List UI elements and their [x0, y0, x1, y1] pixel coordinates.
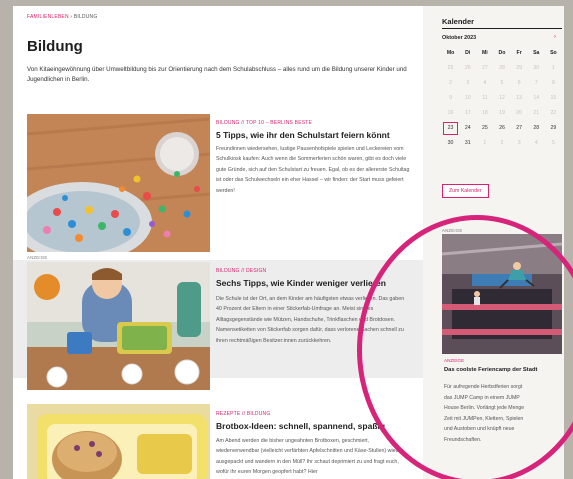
- calendar-day[interactable]: 1: [545, 61, 562, 76]
- breadcrumb-home[interactable]: FAMILIENLEBEN: [27, 14, 69, 20]
- calendar-day[interactable]: 19: [493, 106, 510, 121]
- article-teaser: Freundinnen wiedersehen, lustige Pausenh…: [216, 146, 410, 194]
- calendar-day[interactable]: 11: [476, 91, 493, 106]
- calendar-weekday: Fr: [516, 50, 522, 56]
- article-category[interactable]: BILDUNG // DESIGN: [216, 268, 266, 274]
- calendar-day[interactable]: 27: [476, 61, 493, 76]
- calendar-day[interactable]: 12: [493, 91, 510, 106]
- calendar-day[interactable]: 28: [528, 121, 545, 136]
- calendar-weekday: Sa: [533, 50, 540, 56]
- calendar-weekday: Mi: [481, 50, 488, 56]
- calendar-day[interactable]: 16: [442, 106, 459, 121]
- article-teaser: Am Abend werden die bisher ungeahnten Br…: [216, 438, 404, 476]
- ad-text: Für aufregende Herbstferien sorgt das JU…: [444, 384, 525, 443]
- ad-title[interactable]: Das coolste Feriencamp der Stadt: [444, 366, 554, 374]
- calendar-day[interactable]: 1: [476, 136, 493, 151]
- calendar-day[interactable]: 31: [459, 136, 476, 151]
- article-image-child-lunchbox[interactable]: [27, 262, 210, 390]
- to-calendar-button[interactable]: Zum Kalender: [442, 184, 489, 198]
- calendar-grid: Mo Di Mi Do Fr Sa So 25 26 27 28 29 30 1 2 3 4 5 6 7 8 9 10 11 1…: [442, 46, 562, 151]
- article-teaser: Die Schule ist der Ort, an dem Kinder am…: [216, 296, 405, 344]
- article-image-confetti[interactable]: [27, 114, 210, 252]
- calendar-day[interactable]: 2: [493, 136, 510, 151]
- ad-category: ANZEIGE: [444, 358, 465, 363]
- calendar-day[interactable]: 25: [442, 61, 459, 76]
- sidebar: Kalender Oktober 2023 › Mo Di Mi Do Fr Sa So 25…: [434, 6, 564, 479]
- calendar-day[interactable]: 15: [545, 91, 562, 106]
- page-title: Bildung: [27, 38, 83, 55]
- calendar-day[interactable]: 24: [459, 121, 476, 136]
- breadcrumb-current: BILDUNG: [73, 14, 98, 20]
- calendar-day[interactable]: 17: [459, 106, 476, 121]
- calendar-day[interactable]: 29: [511, 61, 528, 76]
- calendar-day[interactable]: 2: [442, 76, 459, 91]
- ad-image-trampoline[interactable]: [442, 234, 562, 354]
- calendar-day[interactable]: 14: [528, 91, 545, 106]
- article-title[interactable]: Sechs Tipps, wie Kinder weniger verliere…: [216, 278, 386, 288]
- calendar-day[interactable]: 8: [545, 76, 562, 91]
- calendar-day[interactable]: 3: [511, 136, 528, 151]
- calendar-day[interactable]: 30: [442, 136, 459, 151]
- chevron-right-icon[interactable]: ›: [554, 34, 556, 40]
- calendar-title: Kalender: [442, 17, 475, 26]
- main-content: FAMILIENLEBEN › BILDUNG Bildung Von Kita…: [13, 6, 423, 479]
- calendar-day[interactable]: 5: [545, 136, 562, 151]
- calendar-day[interactable]: 25: [476, 121, 493, 136]
- calendar-day[interactable]: 5: [493, 76, 510, 91]
- calendar-day[interactable]: 9: [442, 91, 459, 106]
- article-title[interactable]: 5 Tipps, wie ihr den Schulstart feiern k…: [216, 130, 390, 140]
- calendar-day[interactable]: 21: [528, 106, 545, 121]
- article-title[interactable]: Brotbox-Ideen: schnell, spannend, spaßig: [216, 421, 385, 431]
- calendar-day[interactable]: 10: [459, 91, 476, 106]
- calendar-day[interactable]: 26: [459, 61, 476, 76]
- calendar-day[interactable]: 3: [459, 76, 476, 91]
- calendar-day[interactable]: 29: [545, 121, 562, 136]
- calendar-divider: [442, 28, 562, 29]
- article-category[interactable]: BILDUNG // TOP 10 – BERLINS BESTE: [216, 120, 312, 126]
- calendar-day[interactable]: 20: [511, 106, 528, 121]
- calendar-day[interactable]: 18: [476, 106, 493, 121]
- calendar-day[interactable]: 4: [528, 136, 545, 151]
- breadcrumb: FAMILIENLEBEN › BILDUNG: [27, 14, 97, 20]
- calendar-day[interactable]: 28: [493, 61, 510, 76]
- page: FAMILIENLEBEN › BILDUNG Bildung Von Kita…: [13, 6, 564, 479]
- calendar-weekday: Mo: [446, 50, 455, 56]
- calendar-weekday: Di: [465, 50, 471, 56]
- calendar-day-today[interactable]: 23: [442, 121, 459, 136]
- calendar-day[interactable]: 13: [511, 91, 528, 106]
- calendar-day[interactable]: 30: [528, 61, 545, 76]
- calendar-day[interactable]: 26: [493, 121, 510, 136]
- calendar-day[interactable]: 4: [476, 76, 493, 91]
- article-image-muffin-lunchbox[interactable]: [27, 404, 210, 479]
- article-category[interactable]: REZEPTE // BILDUNG: [216, 411, 270, 417]
- calendar-weekday: So: [550, 50, 557, 56]
- calendar-weekday: Do: [498, 50, 506, 56]
- calendar-day[interactable]: 22: [545, 106, 562, 121]
- ad-label: ANZEIGE: [442, 228, 463, 233]
- intro-text: Von Kitaeingewöhnung über Umweltbildung …: [27, 66, 407, 83]
- calendar-day[interactable]: 7: [528, 76, 545, 91]
- calendar-day[interactable]: 27: [511, 121, 528, 136]
- calendar-day[interactable]: 6: [511, 76, 528, 91]
- calendar-month: Oktober 2023: [442, 35, 477, 41]
